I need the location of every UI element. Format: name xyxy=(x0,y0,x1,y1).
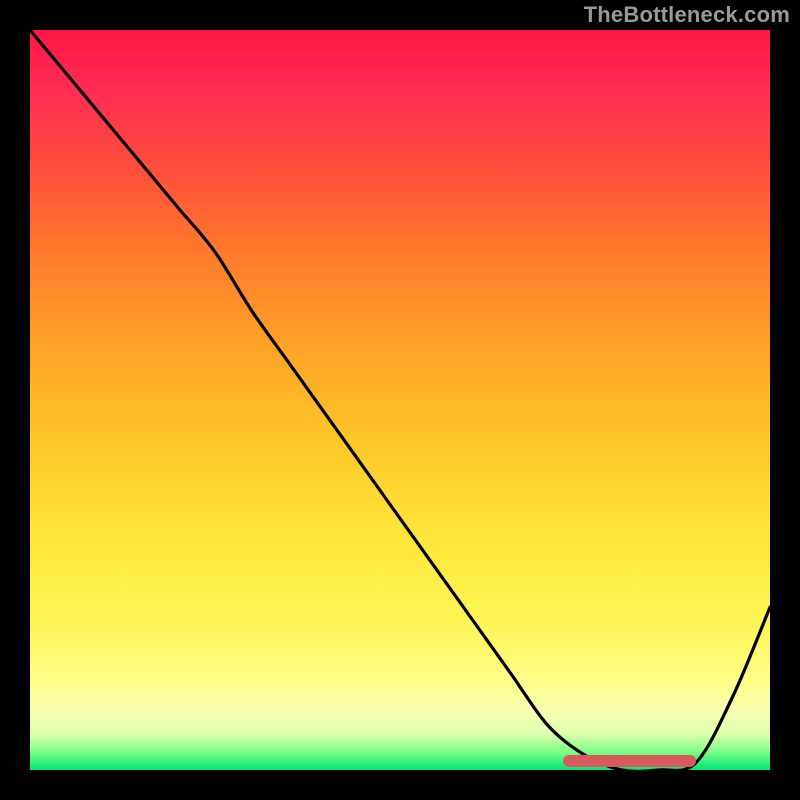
line-layer xyxy=(30,30,770,770)
bottleneck-plot xyxy=(30,30,770,770)
sweet-spot-bar xyxy=(563,755,696,767)
watermark: TheBottleneck.com xyxy=(584,2,790,28)
chart-frame: TheBottleneck.com xyxy=(0,0,800,800)
bottleneck-curve xyxy=(30,30,770,770)
